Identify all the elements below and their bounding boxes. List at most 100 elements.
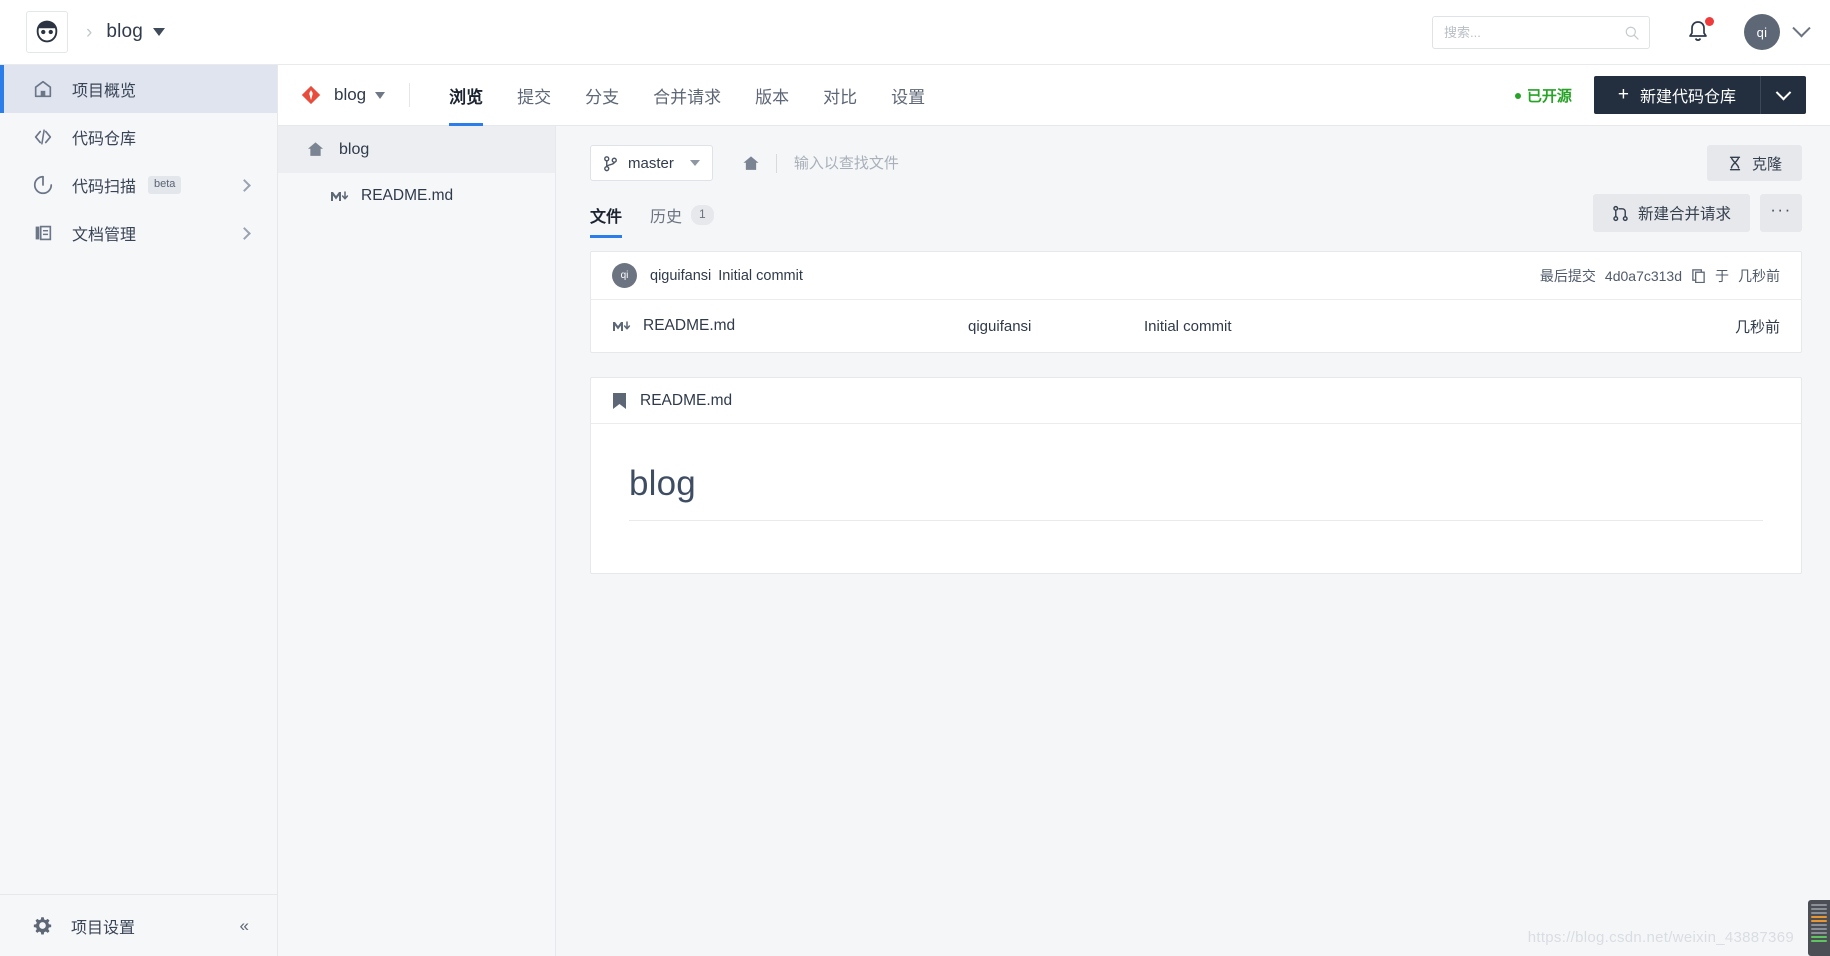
- readme-heading: blog: [629, 464, 1763, 521]
- book-icon: [613, 392, 626, 409]
- commit-at-label: 于: [1715, 267, 1729, 284]
- branch-icon: [604, 155, 617, 171]
- branch-toolbar: master 克隆: [556, 126, 1830, 181]
- file-row-time: 几秒前: [1734, 318, 1780, 336]
- table-row[interactable]: README.md qiguifansi Initial commit 几秒前: [591, 300, 1801, 352]
- chevron-right-icon[interactable]: [238, 226, 251, 240]
- sidebar-item-code-scan[interactable]: 代码扫描 beta: [0, 161, 277, 209]
- status-dot-icon: [1514, 92, 1521, 99]
- widget-line: [1811, 908, 1827, 910]
- breadcrumb-caret-down-icon[interactable]: [153, 28, 166, 36]
- tab-browse[interactable]: 浏览: [432, 65, 500, 126]
- watermark-text: https://blog.csdn.net/weixin_43887369: [1527, 929, 1794, 946]
- branch-selector[interactable]: master: [590, 145, 713, 181]
- new-merge-request-label: 新建合并请求: [1637, 206, 1731, 223]
- chevron-right-icon[interactable]: [238, 178, 251, 192]
- readme-header: README.md: [591, 378, 1801, 424]
- clone-button[interactable]: 克隆: [1706, 145, 1802, 181]
- repo-name-label[interactable]: blog: [334, 85, 366, 105]
- last-commit-label: 最后提交: [1539, 267, 1596, 284]
- file-tree-panel: blog README.md: [278, 126, 556, 956]
- commit-hash[interactable]: 4d0a7c313d: [1605, 268, 1682, 284]
- sidebar-collapse-double-chevron-left-icon[interactable]: «: [240, 916, 249, 936]
- latest-commit-meta: 最后提交 4d0a7c313d 于 几秒前: [1540, 266, 1780, 286]
- scan-icon: [33, 175, 53, 195]
- readme-header-title: README.md: [640, 391, 733, 409]
- new-merge-request-button[interactable]: 新建合并请求: [1592, 194, 1750, 232]
- tab-label: 设置: [891, 87, 926, 107]
- clone-label: 克隆: [1751, 155, 1782, 173]
- tab-branches[interactable]: 分支: [568, 65, 636, 126]
- tab-merge-requests[interactable]: 合并请求: [636, 65, 738, 126]
- tree-root-label: blog: [339, 140, 370, 158]
- path-divider: [775, 153, 777, 173]
- history-count-badge: 1: [691, 205, 714, 225]
- subtab-label: 文件: [590, 209, 623, 226]
- logo-button[interactable]: [26, 11, 68, 53]
- notifications-button[interactable]: [1686, 17, 1714, 45]
- copy-icon[interactable]: [1691, 268, 1706, 283]
- file-search-input[interactable]: [791, 153, 1112, 173]
- top-header-right: qi: [1432, 14, 1830, 50]
- sidebar-footer-label: 项目设置: [71, 919, 136, 937]
- content-subtabs-actions: 新建合并请求 ···: [1592, 194, 1802, 238]
- breadcrumb-separator: ›: [86, 21, 93, 43]
- new-repository-button[interactable]: + 新建代码仓库: [1593, 76, 1760, 114]
- sidebar-item-document-management[interactable]: 文档管理: [0, 209, 277, 257]
- breadcrumb-project-name[interactable]: blog: [106, 21, 143, 43]
- repo-caret-down-icon[interactable]: [375, 91, 386, 99]
- widget-line-orange: [1811, 916, 1827, 918]
- git-repo-icon: [301, 85, 321, 105]
- sidebar-item-label: 文档管理: [72, 227, 137, 244]
- tab-releases[interactable]: 版本: [738, 65, 806, 126]
- tab-compare[interactable]: 对比: [806, 65, 874, 126]
- file-row-message: Initial commit: [1144, 317, 1232, 335]
- sidebar-item-label: 代码扫描: [72, 179, 137, 196]
- nav-divider: [409, 83, 411, 107]
- main-content: master 克隆 文件 历史 1: [556, 126, 1830, 956]
- file-row-name-cell[interactable]: README.md: [612, 317, 968, 335]
- sidebar-item-code-repository[interactable]: 代码仓库: [0, 113, 277, 161]
- commit-time: 几秒前: [1738, 267, 1780, 284]
- commit-author-name[interactable]: qiguifansi: [650, 268, 711, 284]
- top-header-bar: › blog qi: [0, 0, 1830, 65]
- file-row-author: qiguifansi: [968, 317, 1032, 335]
- chevron-down-icon: [1775, 84, 1792, 100]
- clone-icon: [1729, 156, 1741, 170]
- left-sidebar: 项目概览 代码仓库 代码扫描 beta 文档管理 项目设置 «: [0, 65, 278, 956]
- tab-commits[interactable]: 提交: [500, 65, 568, 126]
- content-subtabs: 文件 历史 1 新建合并请求 ···: [556, 181, 1830, 238]
- edge-toolbar-widget[interactable]: [1808, 900, 1830, 956]
- subtab-history[interactable]: 历史 1: [650, 203, 714, 238]
- widget-line: [1811, 924, 1827, 926]
- gear-icon: [33, 917, 52, 935]
- repo-nav-actions: 已开源 + 新建代码仓库: [1514, 76, 1830, 114]
- sidebar-item-project-settings[interactable]: 项目设置 «: [0, 894, 277, 956]
- face-logo-icon: [36, 20, 58, 43]
- path-home-icon[interactable]: [741, 154, 761, 173]
- markdown-icon: [613, 320, 631, 331]
- readme-body: blog: [591, 424, 1801, 573]
- sidebar-item-project-overview[interactable]: 项目概览: [0, 65, 277, 113]
- user-avatar[interactable]: qi: [1744, 14, 1780, 50]
- open-source-badge: 已开源: [1514, 85, 1572, 106]
- tab-settings[interactable]: 设置: [874, 65, 942, 126]
- commit-author-avatar[interactable]: qi: [612, 263, 637, 288]
- tree-root-item[interactable]: blog: [278, 126, 555, 173]
- more-actions-button[interactable]: ···: [1760, 194, 1802, 232]
- ellipsis-icon: ···: [1770, 200, 1792, 219]
- sidebar-beta-badge: beta: [148, 176, 182, 194]
- new-repository-label: 新建代码仓库: [1639, 89, 1736, 106]
- search-box[interactable]: [1432, 15, 1650, 49]
- tab-label: 提交: [517, 87, 552, 107]
- search-input[interactable]: [1433, 16, 1649, 48]
- subtab-files[interactable]: 文件: [590, 203, 623, 238]
- widget-line-green: [1811, 936, 1827, 938]
- file-list-card: qi qiguifansi Initial commit 最后提交 4d0a7c…: [590, 251, 1802, 353]
- widget-line: [1811, 928, 1827, 930]
- tree-file-item[interactable]: README.md: [278, 173, 555, 219]
- user-menu-chevron-down-icon[interactable]: [1792, 18, 1811, 37]
- new-repository-dropdown-button[interactable]: [1760, 76, 1806, 114]
- caret-down-icon: [689, 160, 700, 166]
- commit-message[interactable]: Initial commit: [718, 268, 803, 284]
